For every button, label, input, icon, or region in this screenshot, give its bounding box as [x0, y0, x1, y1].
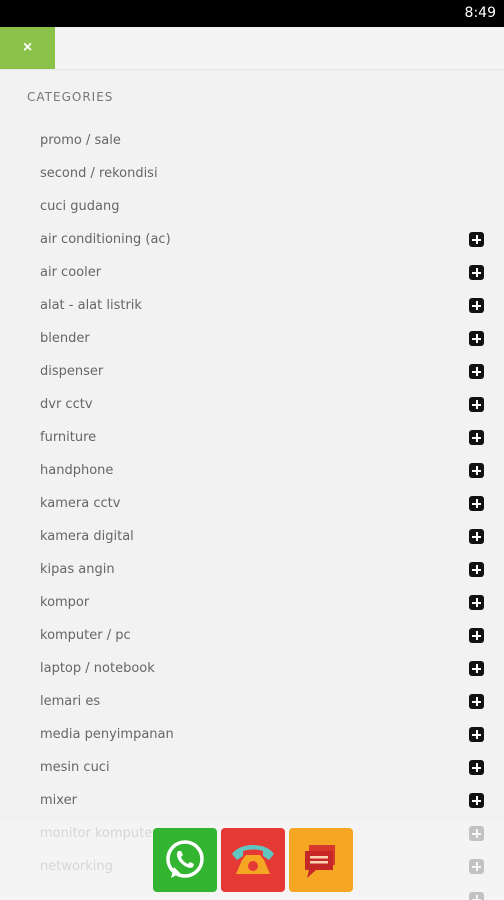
contact-action-bar: [0, 828, 504, 892]
expand-plus-icon[interactable]: [469, 562, 484, 577]
expand-plus-icon[interactable]: [469, 628, 484, 643]
phone-icon: [232, 845, 274, 874]
category-label: kamera digital: [40, 529, 134, 544]
category-item[interactable]: media penyimpanan: [0, 718, 504, 751]
status-bar: 8:49: [0, 0, 504, 27]
expand-plus-icon[interactable]: [469, 496, 484, 511]
expand-plus-icon[interactable]: [469, 760, 484, 775]
expand-plus-icon[interactable]: [469, 232, 484, 247]
sms-button[interactable]: [289, 828, 353, 892]
categories-title: CATEGORIES: [27, 90, 114, 104]
category-label: dvr cctv: [40, 397, 93, 412]
expand-plus-icon[interactable]: [469, 298, 484, 313]
expand-plus-icon[interactable]: [469, 661, 484, 676]
category-item[interactable]: mesin cuci: [0, 751, 504, 784]
expand-plus-icon[interactable]: [469, 397, 484, 412]
category-label: media penyimpanan: [40, 727, 174, 742]
category-label: blender: [40, 331, 90, 346]
category-item[interactable]: lemari es: [0, 685, 504, 718]
expand-plus-icon[interactable]: [469, 265, 484, 280]
category-item[interactable]: second / rekondisi: [0, 157, 504, 190]
close-button[interactable]: ×: [0, 27, 55, 69]
category-label: cuci gudang: [40, 199, 120, 214]
category-label: alat - alat listrik: [40, 298, 142, 313]
expand-plus-icon[interactable]: [469, 463, 484, 478]
expand-plus-icon[interactable]: [469, 595, 484, 610]
category-item[interactable]: cuci gudang: [0, 190, 504, 223]
expand-plus-icon[interactable]: [469, 331, 484, 346]
category-item[interactable]: handphone: [0, 454, 504, 487]
category-item[interactable]: dispenser: [0, 355, 504, 388]
category-label: kipas angin: [40, 562, 115, 577]
category-label: mixer: [40, 793, 77, 808]
category-label: air cooler: [40, 265, 102, 280]
category-item[interactable]: kamera digital: [0, 520, 504, 553]
category-item[interactable]: air cooler: [0, 256, 504, 289]
category-label: komputer / pc: [40, 628, 131, 643]
category-label: handphone: [40, 463, 114, 478]
category-item[interactable]: komputer / pc: [0, 619, 504, 652]
expand-plus-icon[interactable]: [469, 793, 484, 808]
whatsapp-icon: [166, 840, 204, 878]
category-label: kamera cctv: [40, 496, 121, 511]
category-label: furniture: [40, 430, 97, 445]
category-label: kompor: [40, 595, 90, 610]
category-label: lemari es: [40, 694, 101, 709]
status-time: 8:49: [464, 5, 496, 21]
category-label: promo / sale: [40, 133, 121, 148]
category-list: promo / sale second / rekondisi cuci gudan…: [0, 124, 504, 900]
category-item[interactable]: alat - alat listrik: [0, 289, 504, 322]
category-label: laptop / notebook: [40, 661, 155, 676]
category-label: air conditioning (ac): [40, 232, 171, 247]
expand-plus-icon[interactable]: [469, 529, 484, 544]
close-icon: ×: [22, 39, 33, 56]
expand-plus-icon[interactable]: [469, 694, 484, 709]
expand-plus-icon[interactable]: [469, 364, 484, 379]
expand-plus-icon[interactable]: [469, 430, 484, 445]
category-label: second / rekondisi: [40, 166, 158, 181]
category-item[interactable]: kipas angin: [0, 553, 504, 586]
category-item[interactable]: kompor: [0, 586, 504, 619]
top-bar: ×: [0, 27, 504, 70]
message-icon: [305, 845, 335, 878]
category-item[interactable]: furniture: [0, 421, 504, 454]
expand-plus-icon[interactable]: [469, 727, 484, 742]
category-item[interactable]: promo / sale: [0, 124, 504, 157]
category-label: dispenser: [40, 364, 104, 379]
expand-plus-icon[interactable]: [469, 892, 484, 900]
category-label: mesin cuci: [40, 760, 110, 775]
category-item[interactable]: blender: [0, 322, 504, 355]
whatsapp-button[interactable]: [153, 828, 217, 892]
category-item[interactable]: air conditioning (ac): [0, 223, 504, 256]
call-button[interactable]: [221, 828, 285, 892]
category-item[interactable]: dvr cctv: [0, 388, 504, 421]
category-item[interactable]: kamera cctv: [0, 487, 504, 520]
category-item[interactable]: laptop / notebook: [0, 652, 504, 685]
category-item[interactable]: mixer: [0, 784, 504, 817]
